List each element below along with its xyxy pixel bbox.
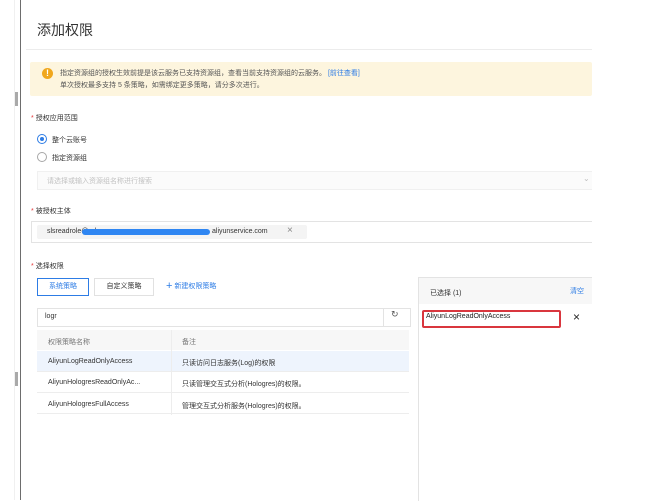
- policy-note: 只读访问日志服务(Log)的权限: [182, 360, 276, 367]
- chevron-down-icon: ⌄: [583, 174, 590, 183]
- column-divider: [171, 330, 172, 415]
- policies-label: * 选择权限: [31, 261, 64, 271]
- policy-note: 管理交互式分析服务(Hologres)的权限。: [182, 403, 306, 410]
- left-edge-rule: [20, 0, 21, 500]
- policy-note: 只读管理交互式分析(Hologres)的权限。: [182, 381, 306, 388]
- scope-label: * 授权应用范围: [31, 113, 78, 123]
- title-divider: [26, 49, 592, 50]
- tab-custom-policy[interactable]: 自定义策略: [94, 278, 154, 296]
- edge-marker: [15, 372, 18, 386]
- remove-selected-icon[interactable]: ×: [573, 310, 580, 324]
- policy-name: AliyunLogReadOnlyAccess: [48, 358, 133, 365]
- required-mark: *: [31, 115, 34, 122]
- notice-line-1: 指定资源组的授权生效前提是该云服务已支持资源组，查看当前支持资源组的云服务。 […: [60, 68, 360, 78]
- table-header: [37, 330, 409, 350]
- refresh-icon[interactable]: ↻: [391, 309, 399, 320]
- selected-policy-highlight: [422, 310, 561, 328]
- plus-icon: +: [166, 280, 173, 292]
- policy-search-input[interactable]: [37, 308, 411, 327]
- policy-search-value: logr: [45, 313, 57, 320]
- principal-label: * 被授权主体: [31, 206, 71, 216]
- notice-link[interactable]: [前往查看]: [328, 70, 360, 77]
- notice-line-2: 单次授权最多支持 5 条策略，如需绑定更多策略，请分多次进行。: [60, 82, 264, 89]
- column-header-name: 权限策略名称: [48, 339, 90, 346]
- left-edge-soft: [14, 0, 15, 500]
- notice-text: 指定资源组的授权生效前提是该云服务已支持资源组，查看当前支持资源组的云服务。: [60, 70, 326, 77]
- principal-tag-suffix: aliyunservice.com: [212, 228, 268, 235]
- scope-label-text: 授权应用范围: [35, 115, 78, 122]
- new-policy-button[interactable]: + 新建权限策略: [166, 280, 216, 292]
- policy-name: AliyunHologresFullAccess: [48, 401, 129, 408]
- redaction-bar: [82, 229, 210, 235]
- new-policy-label: 新建权限策略: [174, 283, 217, 290]
- right-blank-area: [592, 0, 646, 500]
- column-header-note: 备注: [182, 339, 196, 346]
- warning-icon: !: [42, 68, 53, 79]
- edge-marker: [15, 92, 18, 106]
- tab-system-policy[interactable]: 系统策略: [37, 278, 89, 296]
- search-divider: [383, 308, 384, 327]
- clear-button[interactable]: 清空: [570, 286, 584, 296]
- close-icon[interactable]: ×: [287, 225, 293, 236]
- principal-label-text: 被授权主体: [35, 208, 71, 215]
- policy-name: AliyunHologresReadOnlyAc...: [48, 379, 141, 386]
- selected-panel-title: 已选择 (1): [430, 290, 462, 297]
- required-mark: *: [31, 208, 34, 215]
- required-mark: *: [31, 263, 34, 270]
- radio-resource-group[interactable]: [37, 152, 47, 162]
- policies-label-text: 选择权限: [35, 263, 64, 270]
- radio-whole-account[interactable]: [37, 134, 47, 144]
- resource-group-placeholder: 请选择或输入资源组名称进行搜索: [47, 178, 152, 185]
- radio-resource-group-label: 指定资源组: [52, 155, 87, 162]
- page-title: 添加权限: [37, 22, 93, 38]
- radio-whole-account-label: 整个云账号: [52, 137, 87, 144]
